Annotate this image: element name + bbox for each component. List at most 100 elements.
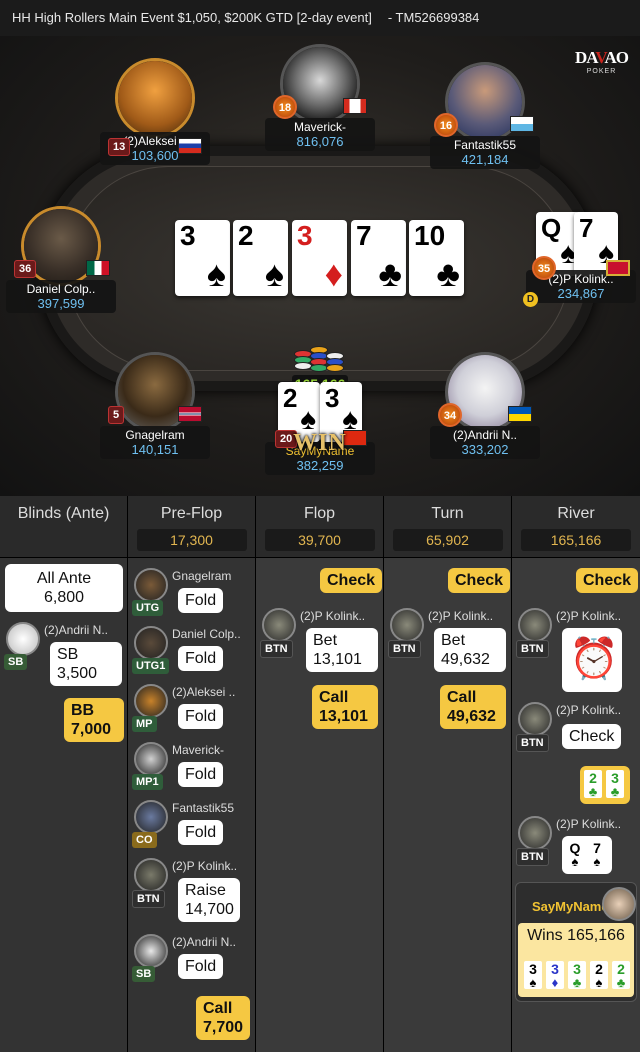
position-badge: BTN [260, 640, 293, 658]
board-card: 2 ♠ [233, 220, 288, 296]
avatar [602, 887, 636, 921]
action-bubble: Fold [178, 646, 224, 671]
winning-card: 2 ♠ [590, 961, 608, 989]
canada-flag-icon [343, 98, 367, 114]
player-name: Gnagelram [125, 428, 185, 442]
bet-action: Bet 13,101 [306, 628, 378, 672]
position-badge: BTN [132, 890, 165, 908]
check-action: Check [320, 568, 383, 593]
level-badge: 18 [273, 95, 297, 119]
action-bubble: Fold [178, 762, 224, 787]
wins-label: Wins 165,166 [527, 927, 625, 944]
street-pot: 165,166 [521, 529, 631, 551]
player-name: (2)P Kolink.. [172, 859, 238, 873]
column-title: River [557, 505, 595, 522]
player-name: Fantastik55 [172, 801, 235, 815]
san-marino-flag-icon [510, 116, 534, 132]
seat-maverick[interactable]: Maverick- 816,076 18 [265, 44, 375, 151]
column-title: Pre-Flop [160, 505, 223, 522]
avatar [134, 684, 168, 718]
action-bubble: Fold [178, 588, 224, 613]
player-stack: 333,202 [461, 442, 509, 457]
avatar [134, 934, 168, 968]
hand-title: HH High Rollers Main Event $1,050, $200K… [12, 10, 372, 25]
player-stack: 140,151 [131, 442, 179, 457]
player-name: Daniel Colp.. [26, 282, 96, 296]
player-name: Maverick- [172, 743, 225, 757]
column-flop: Flop 39,700 Check BTN (2)P Kolink.. Bet 13… [256, 496, 384, 1052]
bet-action: Bet 49,632 [434, 628, 506, 672]
player-name: (2)Andrii N.. [172, 935, 237, 949]
montenegro-flag-icon [606, 260, 630, 276]
position-badge: CO [132, 832, 157, 848]
player-name: Daniel Colp.. [172, 627, 241, 641]
sb-action: SB 3,500 [50, 642, 122, 686]
level-badge: 36 [14, 260, 37, 278]
bb-action: BB 7,000 [64, 698, 124, 742]
avatar [134, 742, 168, 776]
player-name: Gnagelram [172, 569, 232, 583]
chip-stack-icon [288, 346, 352, 376]
action-bubble: Fold [178, 820, 224, 845]
seat-daniel[interactable]: Daniel Colp.. 397,599 36 [6, 206, 116, 313]
dealer-button: D [523, 292, 538, 307]
level-badge: 34 [438, 403, 462, 427]
call-action: Call 13,101 [312, 685, 378, 729]
player-name: (2)Andrii N.. [44, 623, 109, 637]
seat-aleksei[interactable]: (2)Aleksei .. 103,600 13 [100, 58, 210, 165]
avatar [390, 608, 424, 642]
position-badge: BTN [516, 640, 549, 658]
avatar [134, 568, 168, 602]
player-name: (2)P Kolink.. [556, 609, 622, 623]
call-action: Call 49,632 [440, 685, 506, 729]
mucked-cards: Q ♠ 7 ♠ [562, 836, 612, 874]
winner-name: SayMyName [532, 899, 609, 914]
avatar [134, 626, 168, 660]
level-badge: 13 [108, 138, 131, 156]
avatar [6, 622, 40, 656]
winning-card: 3 ♦ [546, 961, 564, 989]
board-card: 7 ♣ [351, 220, 406, 296]
position-badge: BTN [516, 848, 549, 866]
avatar [134, 800, 168, 834]
position-badge: UTG [132, 600, 164, 616]
avatar [518, 816, 552, 850]
player-name: Fantastik55 [453, 138, 517, 152]
russia-flag-icon [178, 138, 202, 154]
avatar [518, 608, 552, 642]
column-blinds: Blinds (Ante) All Ante 6,800 SB (2)Andri… [0, 496, 128, 1052]
call-action: Call 7,700 [196, 996, 250, 1040]
avatar [262, 608, 296, 642]
check-action: Check [576, 568, 639, 593]
seat-gnagelram[interactable]: Gnagelram 140,151 5 [100, 352, 210, 459]
win-banner: WIN [293, 430, 347, 456]
level-badge: 16 [434, 113, 458, 137]
action-bubble: Raise 14,700 [178, 878, 240, 922]
player-name: (2)P Kolink.. [556, 703, 622, 717]
player-stack: 816,076 [296, 134, 344, 149]
check-action: Check [448, 568, 511, 593]
shown-cards: 2 ♣ 3 ♣ [580, 766, 630, 804]
winning-card: 3 ♣ [568, 961, 586, 989]
board-card: 3 ♦ [292, 220, 347, 296]
avatar [115, 58, 195, 138]
position-badge: BTN [388, 640, 421, 658]
street-pot: 39,700 [264, 529, 375, 551]
player-stack: 382,259 [296, 458, 344, 473]
player-name: (2)Aleksei .. [172, 685, 236, 699]
action-bubble: Fold [178, 954, 224, 979]
check-action: Check [562, 724, 622, 749]
player-stack: 421,184 [461, 152, 509, 167]
action-bubble: Fold [178, 704, 224, 729]
seat-fantastik55[interactable]: Fantastik55 421,184 16 [430, 62, 540, 169]
winning-card: 2 ♣ [612, 961, 630, 989]
winner-box: SayMyName Wins 165,166 3 ♠ 3 ♦ 3 ♣ 2 ♠ 2 ♣ [515, 882, 637, 1002]
mexico-flag-icon [86, 260, 110, 276]
seat-andrii[interactable]: (2)Andrii N.. 333,202 34 [430, 352, 540, 459]
board-card: 3 ♠ [175, 220, 230, 296]
position-badge: SB [132, 966, 156, 982]
street-pot: 65,902 [392, 529, 503, 551]
player-stack: 234,867 [557, 286, 605, 301]
norway-flag-icon [178, 406, 202, 422]
position-badge: MP [132, 716, 157, 732]
